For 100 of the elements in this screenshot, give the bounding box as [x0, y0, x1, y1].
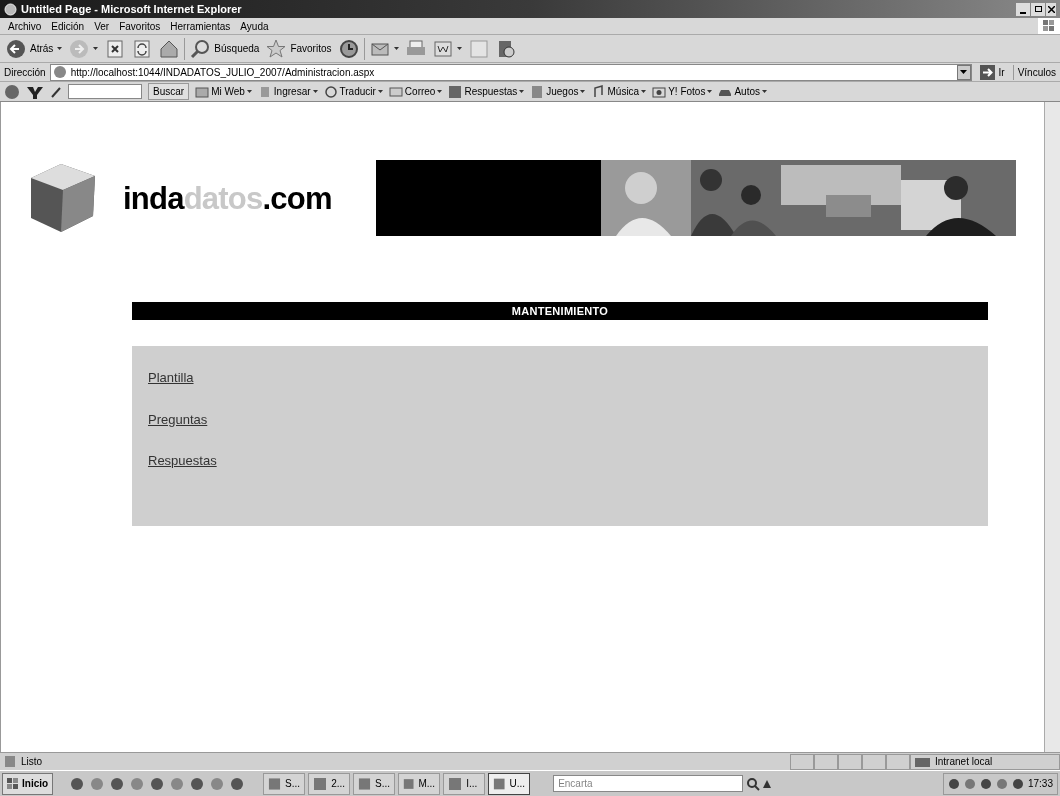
toolbar-link[interactable]: Y! Fotos [652, 84, 713, 99]
taskbar-button[interactable]: 2... [308, 772, 351, 795]
dropdown-button[interactable] [956, 64, 971, 80]
quick-launch-icon [170, 776, 185, 791]
tray-icon [1011, 777, 1024, 790]
app-icon [493, 776, 506, 791]
caret-icon [519, 90, 525, 93]
page-icon [4, 755, 17, 768]
quick-launch-icon [230, 776, 245, 791]
restore-button[interactable] [1031, 2, 1045, 16]
toolbar-link[interactable]: Mi Web [195, 84, 252, 99]
app-icon [313, 776, 328, 791]
site-logo: indadatos.com [123, 182, 333, 214]
camera-icon [652, 84, 667, 99]
links-button[interactable]: Vínculos [1012, 64, 1060, 80]
toolbar-button[interactable]: Búsqueda [188, 36, 262, 61]
caret-icon [93, 47, 99, 50]
go-button[interactable]: Ir [975, 64, 1009, 80]
toolbar-link[interactable]: Música [591, 84, 647, 99]
caret-icon [960, 70, 968, 74]
scrollbar[interactable] [1044, 102, 1060, 752]
menu-item[interactable]: Edición [51, 18, 85, 34]
page-icon [52, 65, 67, 79]
caret-icon [246, 90, 252, 93]
zone-text: Intranet local [935, 755, 993, 769]
history-icon [338, 38, 359, 59]
toolbar-link[interactable]: Autos [718, 84, 767, 99]
taskbar-button[interactable]: M... [398, 772, 441, 795]
caret-icon [456, 47, 462, 50]
caret-icon [641, 90, 647, 93]
quick-launch-icon [130, 776, 145, 791]
windows-logo-icon [1038, 18, 1060, 34]
caret-icon [707, 90, 713, 93]
menu-item[interactable]: Ver [94, 18, 110, 34]
search-field[interactable]: Encarta [553, 775, 744, 792]
taskbar-button[interactable]: U... [488, 772, 531, 795]
caret-icon [377, 90, 383, 93]
address-field[interactable]: http://localhost:1044/INDADATOS_JULIO_2007/Administracion.aspx [49, 63, 972, 81]
star-icon [266, 38, 287, 59]
browser-icon [4, 2, 17, 16]
status-text: Listo [21, 755, 43, 769]
quick-launch-icon [150, 776, 165, 791]
toolbar-link[interactable]: Traducir [323, 84, 383, 99]
tray-icon [947, 777, 960, 790]
menu-item[interactable]: Favoritos [119, 18, 161, 34]
forward-icon [69, 38, 90, 59]
taskbar-button[interactable]: I... [443, 772, 486, 795]
app-icon [358, 776, 372, 791]
caret-icon [312, 90, 318, 93]
app-icon [448, 776, 463, 791]
toolbar-button[interactable]: Favoritos [264, 36, 334, 61]
caret-icon [437, 90, 443, 93]
start-button[interactable]: Inicio [2, 772, 54, 795]
caret-icon [762, 90, 767, 93]
tray-icon [995, 777, 1008, 790]
menu-link[interactable]: Plantilla [148, 368, 194, 388]
toolbar-link[interactable]: Juegos [530, 84, 586, 99]
address-label: Dirección [4, 65, 46, 80]
quick-launch-icon [210, 776, 225, 791]
caret-icon [393, 47, 399, 50]
toolbar-link[interactable]: Correo [388, 84, 443, 99]
quick-launch-icon [90, 776, 105, 791]
window-title: Untitled Page - Microsoft Internet Explorer [21, 1, 242, 17]
caret-icon [57, 47, 63, 50]
tray-icon [963, 777, 976, 790]
windows-logo-icon [7, 778, 18, 789]
app-icon [268, 776, 282, 791]
menu-item[interactable]: Ayuda [240, 18, 269, 34]
toolbar-logo-icon [4, 83, 20, 100]
quick-launch-icon [110, 776, 125, 791]
menu-item[interactable]: Herramientas [170, 18, 231, 34]
clock-text: 17:33 [1027, 777, 1053, 791]
taskbar-button[interactable]: S... [353, 772, 396, 795]
search-icon [746, 776, 761, 791]
up-arrow-icon [763, 779, 772, 788]
tray-icon [979, 777, 992, 790]
search-icon [190, 38, 211, 59]
caret-icon [580, 90, 586, 93]
quick-launch-icon [190, 776, 205, 791]
back-icon [6, 38, 26, 59]
minimize-button[interactable] [1016, 2, 1030, 16]
network-icon [915, 755, 931, 768]
quick-launch-icon [70, 776, 85, 791]
search-button[interactable]: Buscar [148, 83, 190, 100]
menu-link[interactable]: Respuestas [148, 451, 217, 471]
app-icon [403, 776, 415, 791]
taskbar-button[interactable]: S... [263, 772, 306, 795]
menu-item[interactable]: Archivo [8, 18, 42, 34]
toolbar-button[interactable]: Atrás [4, 36, 65, 61]
close-button[interactable] [1046, 2, 1056, 16]
home-icon [159, 38, 180, 59]
search-field[interactable] [68, 84, 142, 99]
toolbar-link[interactable]: Respuestas [448, 84, 525, 99]
stop-icon [105, 38, 126, 59]
go-arrow-icon [979, 64, 995, 80]
toolbar-link[interactable]: Ingresar [257, 84, 318, 99]
refresh-icon [132, 38, 153, 59]
window-icon [195, 84, 210, 99]
menu-link[interactable]: Preguntas [148, 409, 208, 429]
window-icon [468, 38, 489, 59]
